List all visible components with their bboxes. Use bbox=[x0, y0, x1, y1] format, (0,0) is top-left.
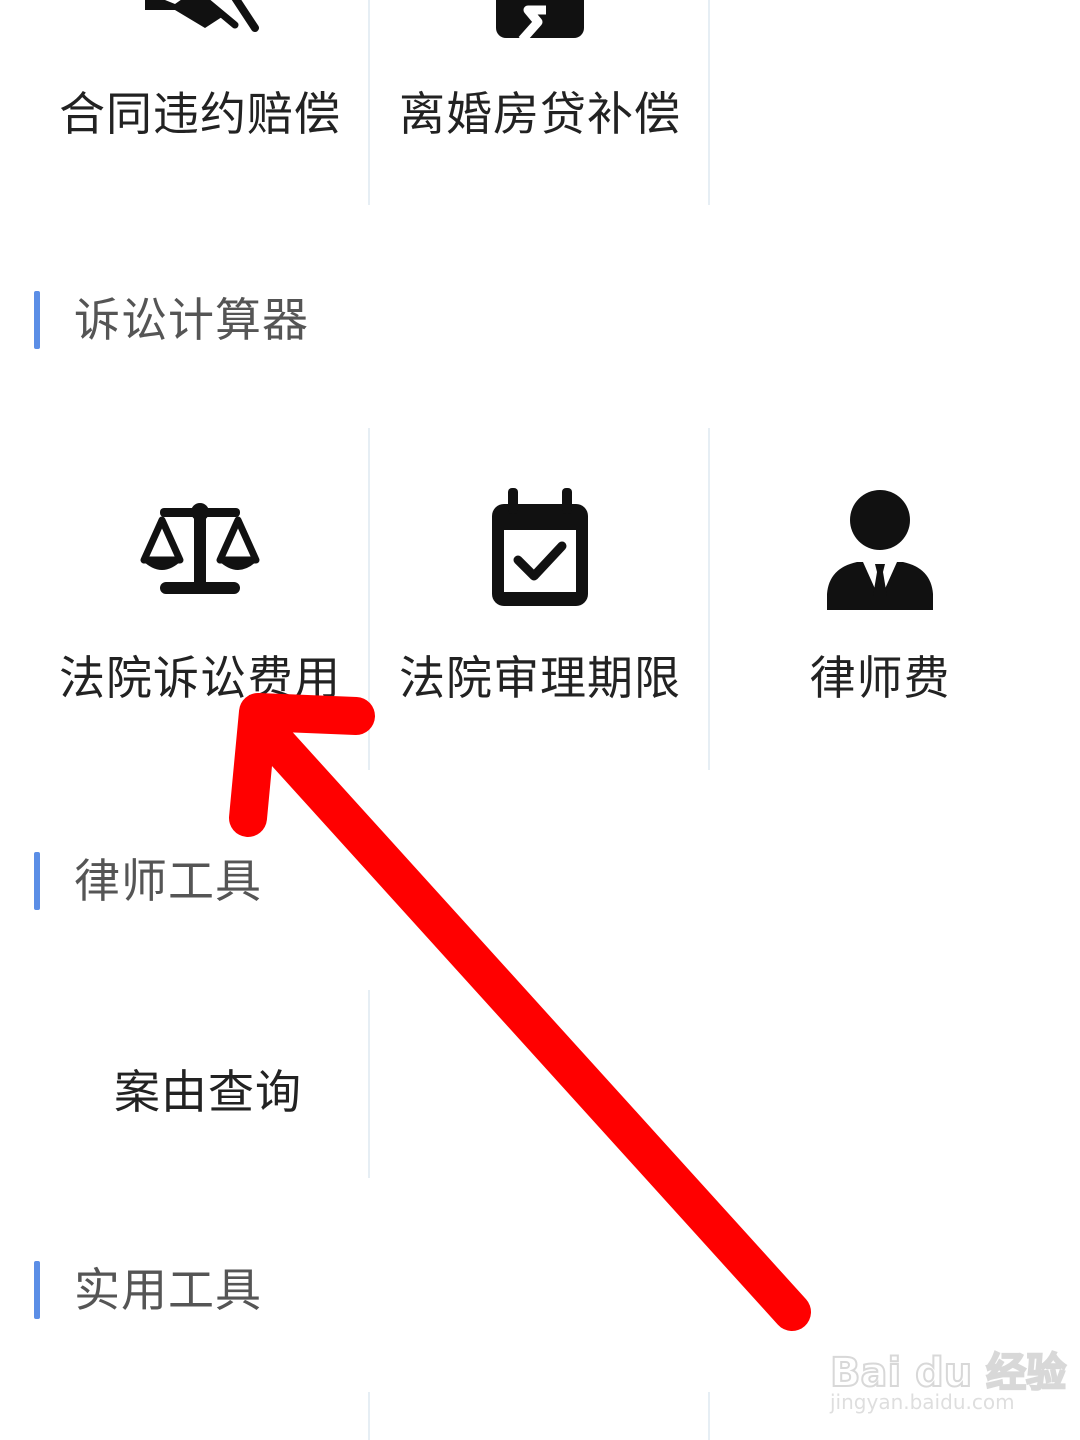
tool-label: 离婚房贷补偿 bbox=[399, 87, 681, 141]
section-title: 律师工具 bbox=[74, 854, 262, 908]
contract-breach-icon bbox=[135, 0, 265, 40]
section-accent-bar bbox=[34, 1261, 40, 1319]
lawyer-icon bbox=[827, 490, 933, 610]
tool-divorce-mortgage-compensation[interactable]: 离婚房贷补偿 bbox=[370, 0, 710, 205]
calendar-check-icon bbox=[486, 488, 594, 612]
grid-divider bbox=[708, 1392, 710, 1440]
tool-case-cause-lookup[interactable]: 案由查询 bbox=[38, 990, 378, 1178]
divorce-mortgage-icon bbox=[494, 0, 586, 43]
scales-icon bbox=[140, 500, 260, 600]
section-accent-bar bbox=[34, 852, 40, 910]
tool-court-litigation-fees[interactable]: 法院诉讼费用 bbox=[30, 428, 370, 770]
tool-contract-breach-compensation[interactable]: 合同违约赔偿 bbox=[30, 0, 370, 205]
section-accent-bar bbox=[34, 291, 40, 349]
tool-label: 法院审理期限 bbox=[399, 651, 681, 705]
grid-divider bbox=[368, 1392, 370, 1440]
section-title: 实用工具 bbox=[74, 1263, 262, 1317]
tool-label: 合同违约赔偿 bbox=[59, 87, 341, 141]
baidu-jingyan-watermark: Bai du 经验 jingyan.baidu.com bbox=[826, 1320, 1067, 1420]
tool-lawyer-fees[interactable]: 律师费 bbox=[710, 428, 1050, 770]
tool-label: 案由查询 bbox=[114, 1065, 302, 1119]
watermark-url: jingyan.baidu.com bbox=[830, 1390, 1015, 1414]
tool-label: 法院诉讼费用 bbox=[59, 651, 341, 705]
section-title: 诉讼计算器 bbox=[74, 293, 309, 347]
tool-court-trial-period[interactable]: 法院审理期限 bbox=[370, 428, 710, 770]
tool-label: 律师费 bbox=[809, 651, 951, 705]
